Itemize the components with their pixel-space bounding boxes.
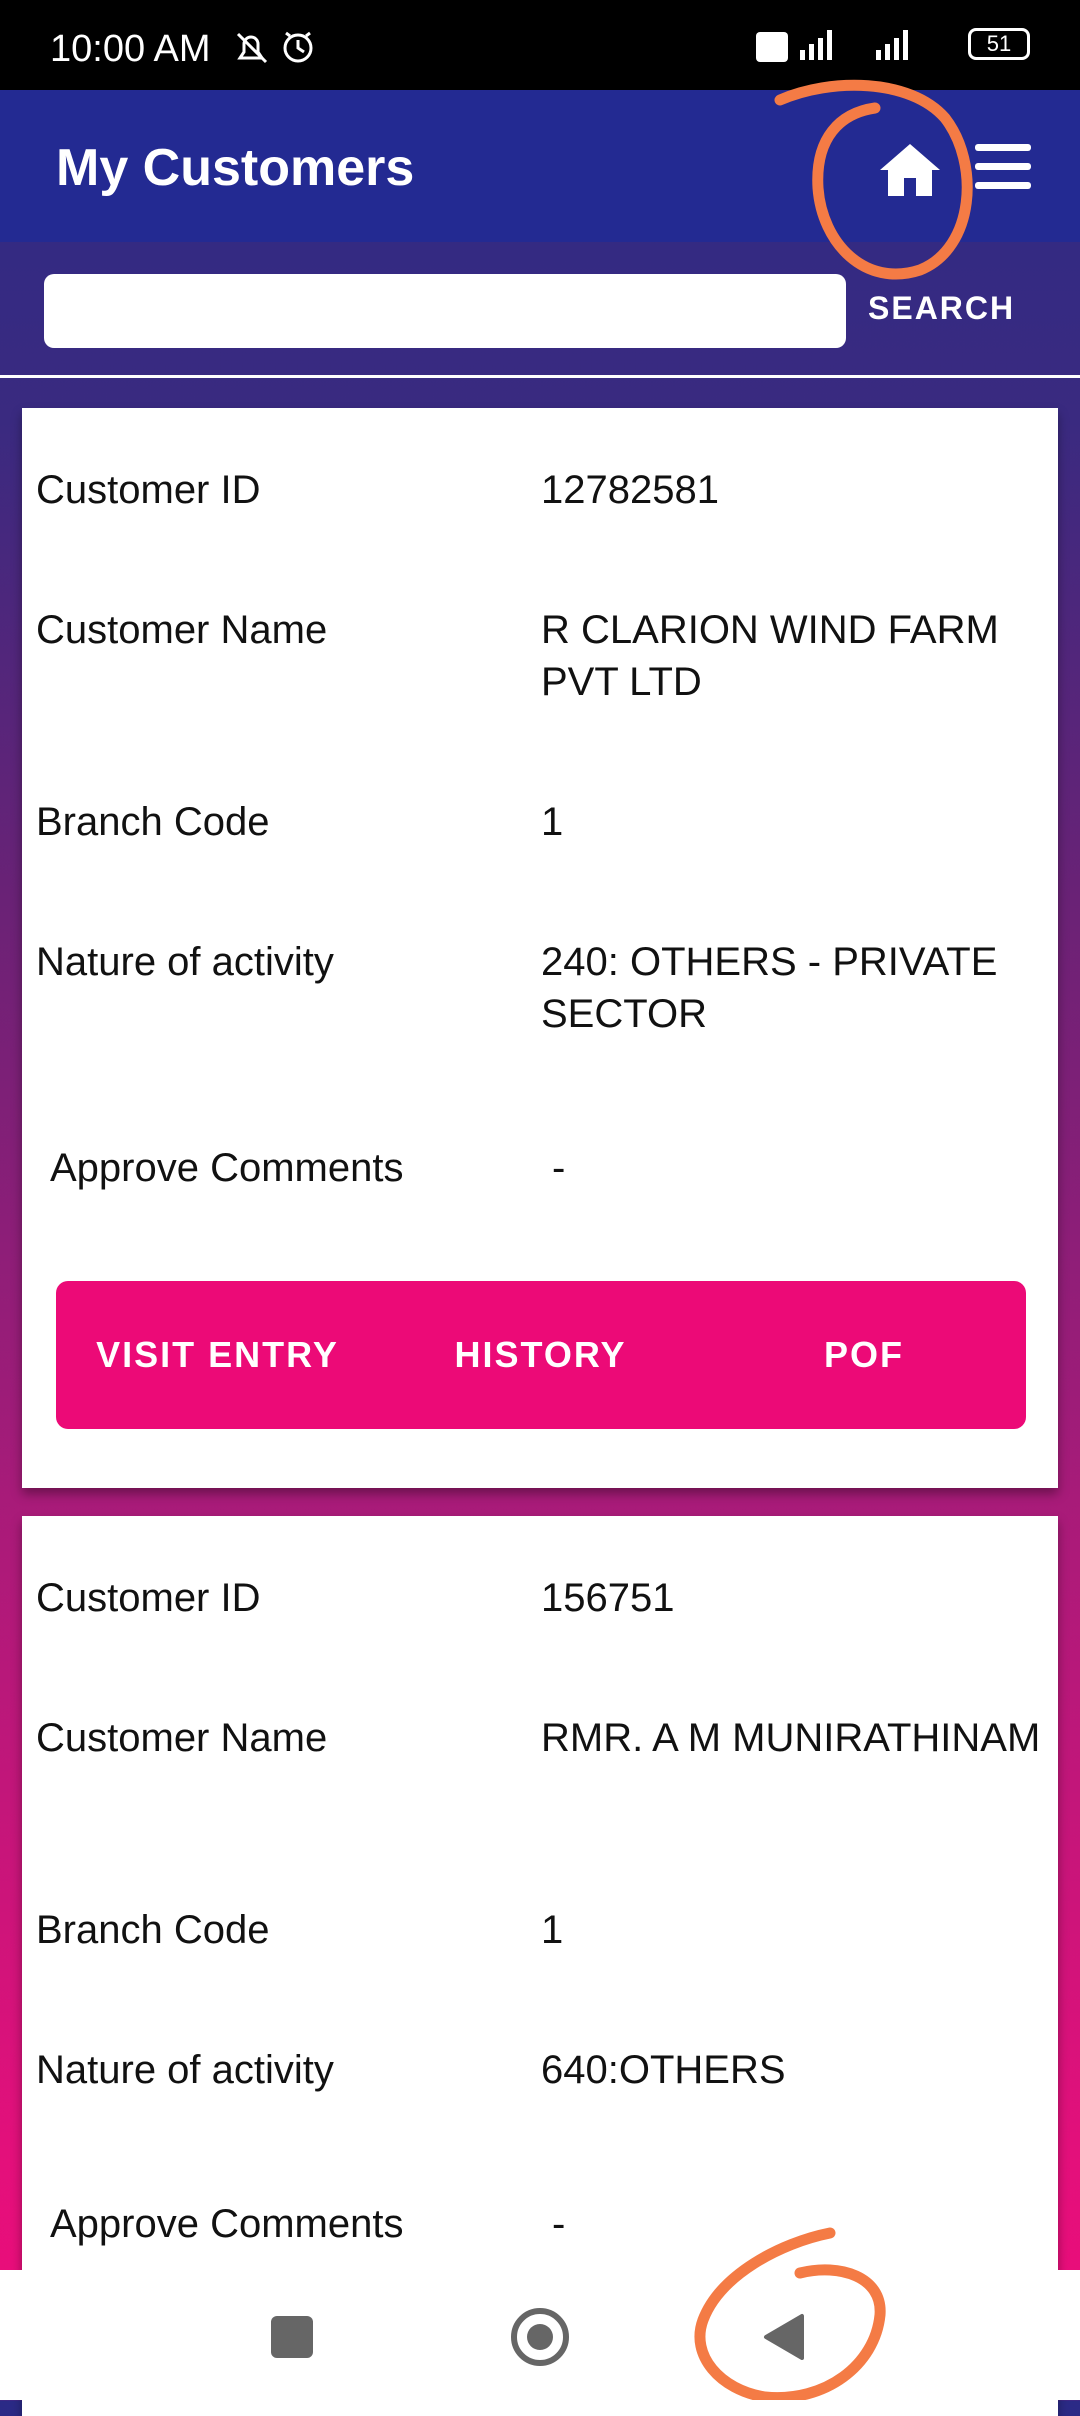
customer-id-label: Customer ID bbox=[36, 468, 261, 512]
customer-action-bar: VISIT ENTRY HISTORY POF bbox=[56, 1281, 1026, 1429]
status-system-icons: 51 bbox=[756, 22, 1030, 66]
status-notification-icons bbox=[232, 28, 332, 73]
search-button[interactable]: SEARCH bbox=[868, 290, 1015, 327]
recent-apps-button[interactable] bbox=[271, 2316, 313, 2358]
customer-name-value: R CLARION WIND FARM PVT LTD bbox=[541, 608, 999, 704]
app-bar: My Customers bbox=[0, 90, 1080, 242]
back-button[interactable] bbox=[762, 2312, 806, 2362]
approve-comments-label: Approve Comments bbox=[50, 1146, 404, 1190]
branch-code-value: 1 bbox=[541, 800, 564, 844]
divider bbox=[0, 375, 1080, 378]
customer-name-value: RMR. A M MUNIRATHINAM bbox=[541, 1716, 1041, 1760]
pof-button[interactable]: POF bbox=[702, 1281, 1026, 1429]
hamburger-menu-button[interactable] bbox=[975, 142, 1031, 192]
home-nav-button[interactable] bbox=[511, 2308, 569, 2366]
visit-entry-button[interactable]: VISIT ENTRY bbox=[56, 1281, 379, 1429]
menu-line bbox=[975, 182, 1031, 189]
nature-of-activity-label: Nature of activity bbox=[36, 2048, 334, 2092]
approve-comments-value: - bbox=[552, 1146, 566, 1190]
nature-of-activity-label: Nature of activity bbox=[36, 940, 334, 984]
menu-line bbox=[975, 163, 1031, 170]
nature-of-activity-value: 240: OTHERS - PRIVATE SECTOR bbox=[541, 940, 998, 1036]
approve-comments-value: - bbox=[552, 2202, 566, 2246]
battery-icon: 51 bbox=[968, 28, 1030, 60]
page-title: My Customers bbox=[56, 139, 415, 197]
customer-card: Customer ID 12782581 Customer Name R CLA… bbox=[22, 408, 1058, 1488]
history-button[interactable]: HISTORY bbox=[379, 1281, 702, 1429]
menu-line bbox=[975, 144, 1031, 151]
customer-id-value: 156751 bbox=[541, 1576, 675, 1620]
search-input[interactable] bbox=[44, 274, 846, 348]
approve-comments-label: Approve Comments bbox=[50, 2202, 404, 2246]
customer-id-label: Customer ID bbox=[36, 1576, 261, 1620]
home-button[interactable] bbox=[878, 140, 942, 200]
branch-code-label: Branch Code bbox=[36, 1908, 270, 1952]
nature-of-activity-value: 640:OTHERS bbox=[541, 2048, 786, 2092]
customer-id-value: 12782581 bbox=[541, 468, 719, 512]
branch-code-value: 1 bbox=[541, 1908, 564, 1952]
system-navigation-bar bbox=[0, 2270, 1080, 2400]
customer-name-label: Customer Name bbox=[36, 608, 328, 652]
branch-code-label: Branch Code bbox=[36, 800, 270, 844]
network-signal-icon bbox=[756, 30, 908, 62]
mute-and-alarm-icons bbox=[236, 31, 313, 64]
status-time: 10:00 AM bbox=[50, 28, 211, 70]
home-icon bbox=[880, 144, 940, 196]
status-bar: 10:00 AM 51 bbox=[0, 0, 1080, 90]
search-bar: SEARCH bbox=[0, 242, 1080, 377]
customer-name-label: Customer Name bbox=[36, 1716, 328, 1760]
